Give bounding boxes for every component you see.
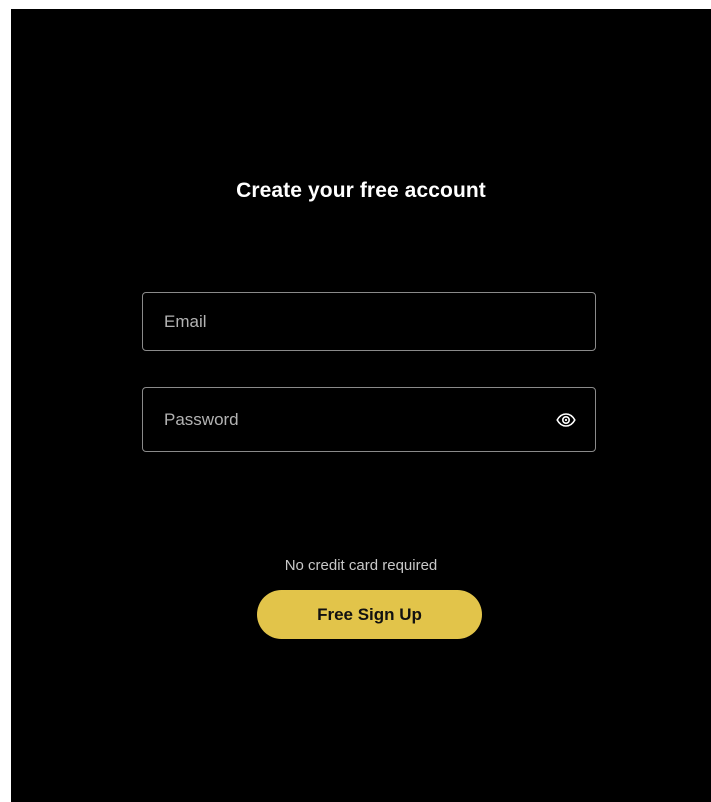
email-field[interactable] [143,293,595,350]
password-field[interactable] [143,388,595,451]
password-field-container [142,387,596,452]
no-credit-card-hint: No credit card required [284,557,438,574]
eye-icon-graphic [556,412,576,427]
page-title: Create your free account [236,179,486,202]
free-sign-up-button[interactable]: Free Sign Up [257,590,482,639]
signup-panel: Create your free account No credit card … [11,9,711,802]
email-field-container [142,292,596,351]
eye-icon[interactable] [555,409,577,431]
